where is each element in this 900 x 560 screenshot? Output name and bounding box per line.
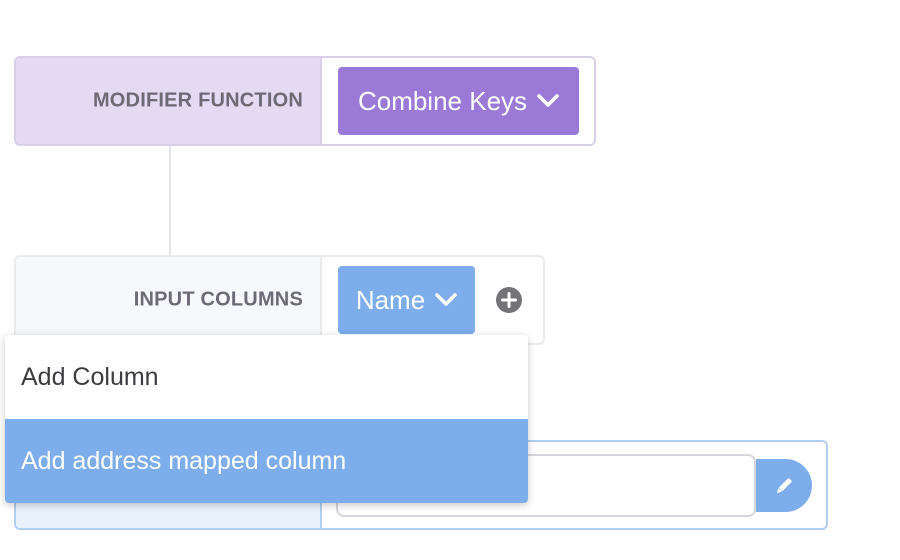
menu-item-add-column[interactable]: Add Column: [5, 335, 528, 419]
add-column-dropdown: Add Column Add address mapped column: [5, 335, 528, 503]
chevron-down-icon: [435, 293, 457, 306]
menu-item-add-address-mapped-column[interactable]: Add address mapped column: [5, 419, 528, 503]
modifier-function-label: MODIFIER FUNCTION: [92, 89, 303, 112]
input-column-select[interactable]: Name: [338, 266, 475, 334]
modifier-function-block: MODIFIER FUNCTION Combine Keys: [14, 56, 596, 146]
input-columns-block: INPUT COLUMNS Name: [14, 255, 545, 345]
edit-button[interactable]: [756, 459, 812, 512]
plus-circle-icon[interactable]: [495, 286, 523, 314]
chevron-down-icon: [537, 94, 559, 107]
input-columns-label-cell: INPUT COLUMNS: [16, 257, 322, 343]
connector-line: [169, 146, 171, 256]
modifier-function-label-cell: MODIFIER FUNCTION: [16, 58, 322, 144]
input-column-value: Name: [355, 284, 426, 315]
canvas: MODIFIER FUNCTION Combine Keys INPUT COL…: [0, 0, 900, 560]
pencil-icon: [776, 477, 792, 493]
input-columns-label: INPUT COLUMNS: [133, 288, 303, 311]
modifier-function-select[interactable]: Combine Keys: [338, 67, 579, 135]
modifier-function-value: Combine Keys: [357, 85, 528, 116]
